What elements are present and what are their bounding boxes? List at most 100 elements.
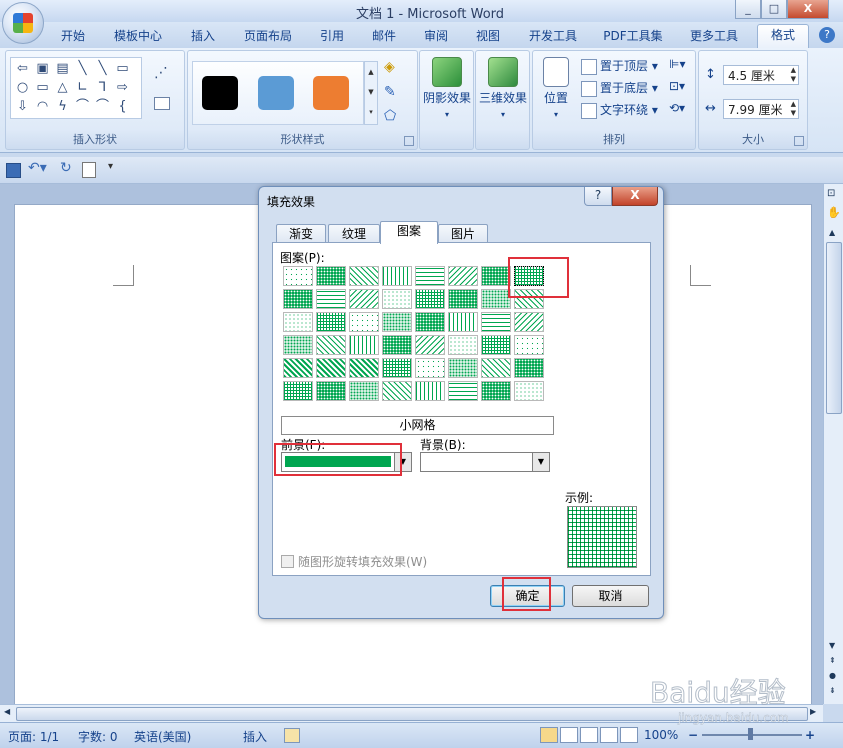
scroll-down-icon[interactable]: ▼ [829, 641, 835, 650]
pattern-option[interactable] [448, 289, 478, 309]
gallery-scroll[interactable]: ▲ ▼ ▾ [364, 61, 378, 125]
pattern-option[interactable] [349, 289, 379, 309]
shape-option[interactable]: ▤ [55, 61, 70, 76]
pattern-option[interactable] [514, 289, 544, 309]
send-to-back-button[interactable]: 置于底层 ▾ [581, 79, 658, 97]
pattern-option[interactable] [481, 381, 511, 401]
pattern-option[interactable] [349, 381, 379, 401]
pattern-option[interactable] [448, 381, 478, 401]
align-icon[interactable]: ⊫▾ [669, 57, 685, 71]
pattern-option[interactable] [514, 312, 544, 332]
shape-styles-launcher-icon[interactable] [404, 136, 414, 146]
word-count[interactable]: 字数: 0 [78, 728, 118, 745]
tab-picture[interactable]: 图片 [438, 224, 488, 244]
pattern-option[interactable] [316, 335, 346, 355]
tab-review[interactable]: 审阅 [417, 26, 455, 46]
pattern-option[interactable] [415, 289, 445, 309]
3d-effects-button[interactable]: 三维效果 ▾ [478, 57, 528, 120]
foreground-color-select[interactable]: ▼ [281, 452, 412, 472]
style-swatch-black[interactable] [202, 76, 238, 110]
edit-shape-icon[interactable]: ⋰ [154, 65, 168, 81]
chevron-down-icon[interactable]: ▼ [394, 453, 411, 471]
tab-more-tools[interactable]: 更多工具 [684, 26, 744, 46]
cancel-button[interactable]: 取消 [572, 585, 649, 607]
scroll-left-icon[interactable]: ◀ [4, 707, 10, 716]
pattern-option[interactable] [382, 381, 412, 401]
pattern-option[interactable] [481, 358, 511, 378]
pattern-option[interactable] [481, 335, 511, 355]
shape-option[interactable]: ╲ [75, 61, 90, 76]
hand-icon[interactable]: ✋ [827, 206, 841, 219]
minimize-button[interactable]: _ [735, 0, 761, 19]
pattern-option[interactable] [415, 358, 445, 378]
shape-option[interactable]: ⅂ [95, 80, 110, 95]
style-swatch-blue[interactable] [258, 76, 294, 110]
zoom-slider-thumb[interactable] [748, 728, 753, 740]
pattern-option[interactable] [283, 266, 313, 286]
shape-option[interactable]: ○ [15, 80, 30, 95]
vertical-scrollbar[interactable]: ⊡ ✋ ▲ ▼ ⇞ ● ⇟ [823, 184, 843, 704]
pattern-option[interactable] [316, 312, 346, 332]
tab-templates[interactable]: 模板中心 [108, 26, 168, 46]
next-page-icon[interactable]: ⇟ [829, 686, 836, 695]
bring-to-front-button[interactable]: 置于顶层 ▾ [581, 57, 658, 75]
group-icon[interactable]: ⊡▾ [669, 79, 685, 93]
tab-texture[interactable]: 纹理 [328, 224, 380, 244]
dialog-close-button[interactable]: X [612, 187, 658, 206]
pattern-option[interactable] [382, 312, 412, 332]
print-preview-icon[interactable] [82, 162, 96, 178]
web-layout-icon[interactable] [580, 727, 598, 743]
pattern-option[interactable] [514, 335, 544, 355]
print-layout-icon[interactable] [540, 727, 558, 743]
pattern-option[interactable] [448, 312, 478, 332]
tab-mailings[interactable]: 邮件 [365, 26, 403, 46]
shape-option[interactable]: ⇩ [15, 99, 30, 114]
rotate-with-shape-checkbox[interactable]: 随图形旋转填充效果(W) [281, 553, 427, 570]
zoom-out-button[interactable]: − [688, 728, 698, 742]
text-box-icon[interactable] [154, 97, 170, 110]
shapes-gallery[interactable]: ⇦ ▣ ▤ ╲ ╲ ▭ ○ ▭ △ ∟ ⅂ ⇨ ⇩ ◠ ϟ ⌒ ⌒ { [10, 57, 142, 119]
size-launcher-icon[interactable] [794, 136, 804, 146]
pattern-option[interactable] [448, 358, 478, 378]
shape-option[interactable]: ▭ [35, 80, 50, 95]
office-button[interactable] [2, 2, 44, 44]
ruler-toggle-icon[interactable]: ⊡ [827, 188, 835, 199]
pattern-option[interactable] [382, 358, 412, 378]
width-input[interactable]: 7.99 厘米 ▲ ▼ [723, 99, 799, 119]
pattern-option[interactable] [514, 381, 544, 401]
shape-option[interactable]: ⌒ [75, 99, 90, 114]
pattern-option[interactable] [481, 312, 511, 332]
pattern-option[interactable] [283, 312, 313, 332]
pattern-option[interactable] [514, 358, 544, 378]
shape-option[interactable]: △ [55, 80, 70, 95]
tab-page-layout[interactable]: 页面布局 [238, 26, 298, 46]
pattern-option[interactable] [283, 358, 313, 378]
style-swatch-orange[interactable] [313, 76, 349, 110]
shape-option[interactable]: ⇦ [15, 61, 30, 76]
tab-references[interactable]: 引用 [313, 26, 351, 46]
zoom-in-button[interactable]: + [805, 728, 815, 742]
shape-option[interactable]: ◠ [35, 99, 50, 114]
zoom-level[interactable]: 100% [644, 728, 678, 742]
tab-insert[interactable]: 插入 [184, 26, 222, 46]
browse-object-icon[interactable]: ● [829, 671, 836, 680]
pattern-option[interactable] [349, 335, 379, 355]
rotate-icon[interactable]: ⟲▾ [669, 101, 685, 115]
shape-option[interactable]: ϟ [55, 99, 70, 114]
tab-developer[interactable]: 开发工具 [523, 26, 583, 46]
ok-button[interactable]: 确定 [490, 585, 565, 607]
shape-option[interactable]: { [115, 99, 130, 114]
pattern-option[interactable] [481, 289, 511, 309]
fill-bucket-icon[interactable]: ◈ [384, 59, 395, 75]
chevron-down-icon[interactable]: ▼ [532, 453, 549, 471]
shape-option[interactable]: ⇨ [115, 80, 130, 95]
outline-icon[interactable] [600, 727, 618, 743]
tab-home[interactable]: 开始 [54, 26, 92, 46]
tab-pdf-tools[interactable]: PDF工具集 [598, 26, 668, 46]
scroll-up-icon[interactable]: ▲ [829, 228, 835, 237]
pattern-option[interactable] [316, 358, 346, 378]
pattern-option[interactable] [349, 358, 379, 378]
help-icon[interactable]: ? [819, 27, 835, 43]
pattern-option[interactable] [316, 381, 346, 401]
shape-option[interactable]: ▭ [115, 61, 130, 76]
